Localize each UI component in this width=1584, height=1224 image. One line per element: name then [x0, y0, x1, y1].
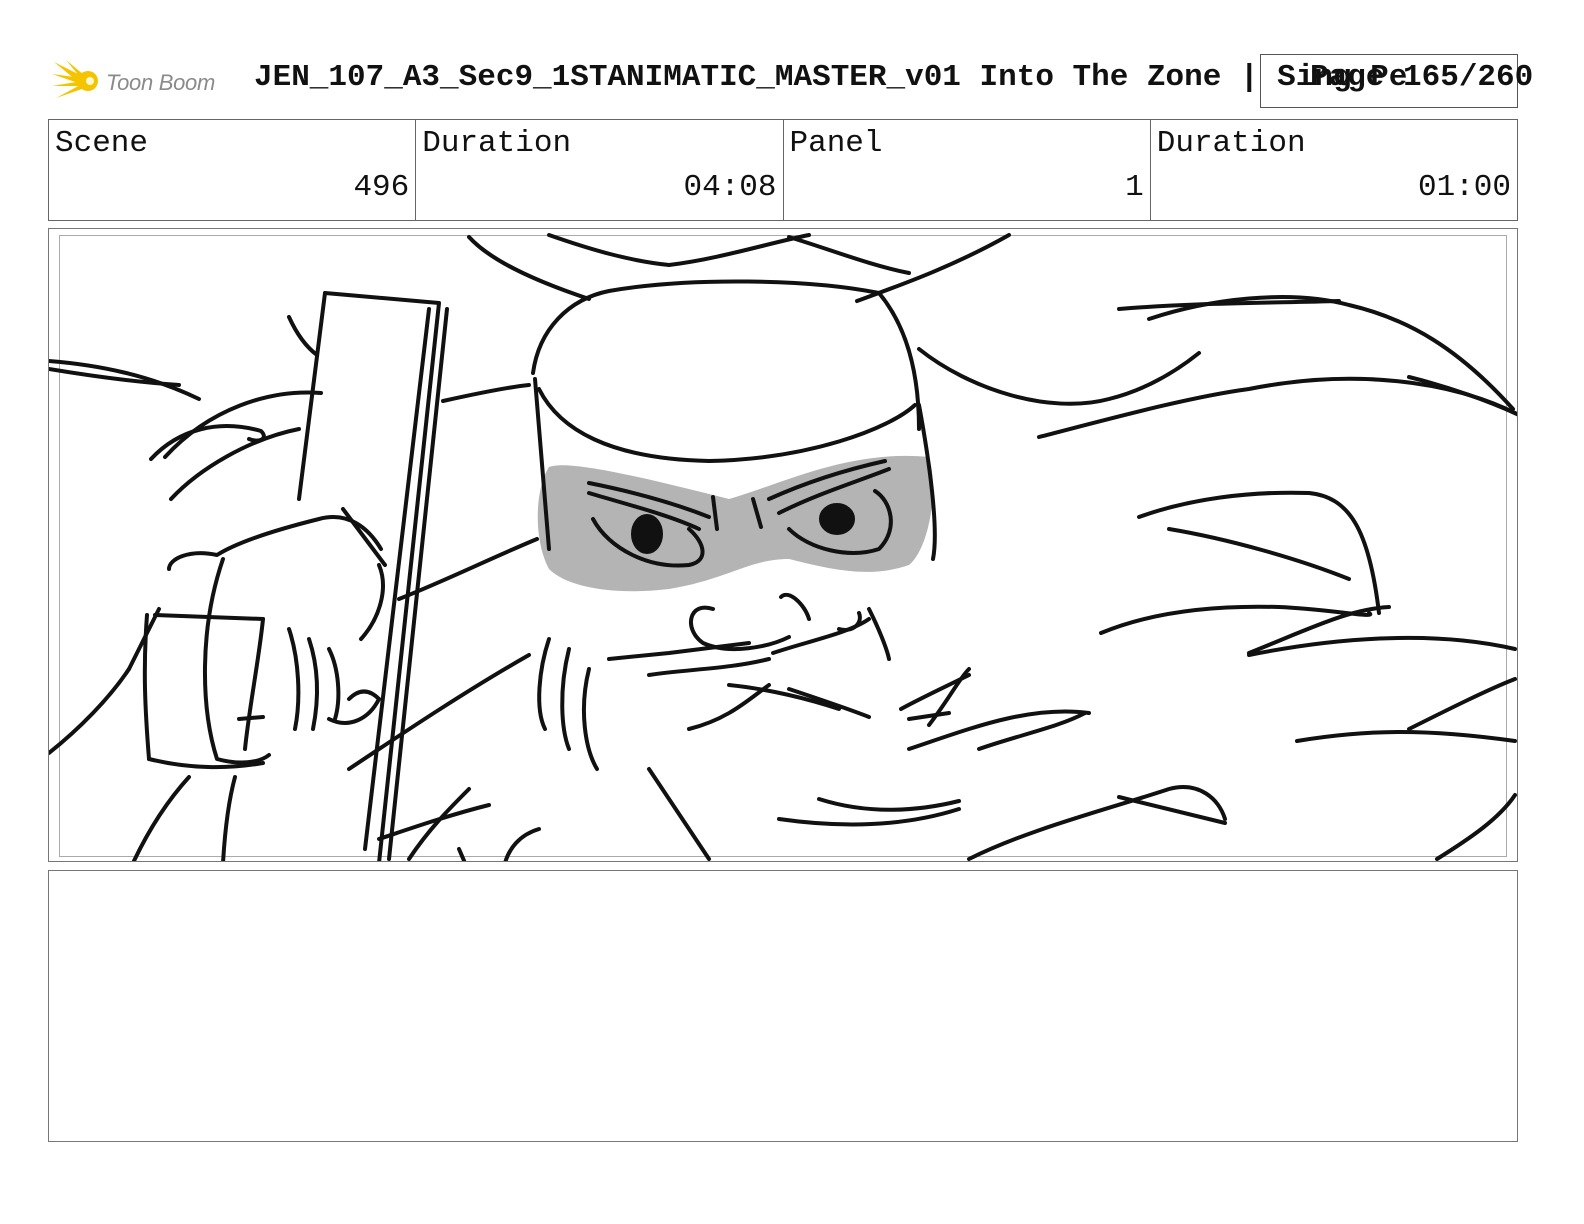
panel-value: 1 [1125, 170, 1144, 205]
scene-cell: Scene 496 [49, 120, 417, 220]
panel-cell: Panel 1 [784, 120, 1151, 220]
panel-duration-value: 01:00 [1417, 170, 1511, 205]
scene-duration-cell: Duration 04:08 [416, 120, 784, 220]
scene-duration-value: 04:08 [683, 170, 777, 205]
starburst-icon [52, 60, 98, 98]
panel-notes-box [48, 870, 1518, 1142]
toon-boom-logo: Toon Boom [52, 56, 242, 104]
scene-duration-label: Duration [422, 126, 572, 161]
panel-duration-label: Duration [1156, 126, 1306, 161]
page-header: Toon Boom JEN_107_A3_Sec9_1STANIMATIC_MA… [48, 50, 1584, 110]
document-title: JEN_107_A3_Sec9_1STANIMATIC_MASTER_v01 I… [254, 60, 1408, 95]
page-number: Page 165/260 [1310, 60, 1534, 95]
panel-duration-cell: Duration 01:00 [1151, 120, 1517, 220]
scene-info-table: Scene 496 Duration 04:08 Panel 1 Duratio… [48, 119, 1518, 221]
storyboard-sketch-image [49, 233, 1517, 861]
panel-label: Panel [789, 126, 883, 161]
logo-wordmark: Toon Boom [106, 70, 216, 95]
scene-value: 496 [353, 170, 410, 205]
storyboard-panel [48, 228, 1518, 862]
scene-label: Scene [55, 126, 149, 161]
